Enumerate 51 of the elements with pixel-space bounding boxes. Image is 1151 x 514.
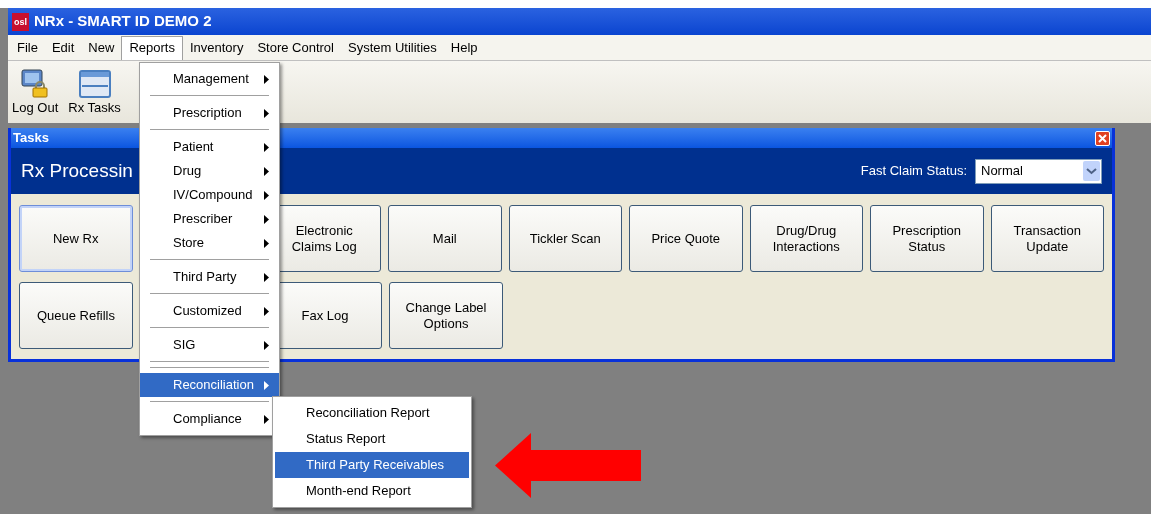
window-icon xyxy=(78,69,111,98)
menu-item[interactable]: File xyxy=(10,35,45,60)
submenu-arrow-icon xyxy=(264,414,269,424)
task-button[interactable]: Mail xyxy=(388,205,502,272)
submenu-arrow-icon xyxy=(264,108,269,118)
menu-item[interactable]: Edit xyxy=(44,35,82,60)
submenu-arrow-icon xyxy=(264,142,269,152)
app-logo: osl xyxy=(12,12,29,31)
window-title: NRx - SMART ID DEMO 2 xyxy=(34,11,212,32)
menu-item[interactable]: IV/Compound xyxy=(140,183,279,207)
menu-item[interactable]: Reports xyxy=(121,35,183,60)
fast-claim-label: Fast Claim Status: xyxy=(860,162,967,181)
menu-item[interactable]: Reconciliation xyxy=(140,373,279,397)
submenu-arrow-icon xyxy=(264,238,269,248)
menu-item[interactable]: Third Party Receivables xyxy=(275,452,469,478)
tasks-header-title: Rx Processin xyxy=(21,158,133,183)
toolbar-button[interactable]: Log Out xyxy=(10,67,61,117)
menu-item[interactable]: Status Report xyxy=(275,426,469,452)
menu-item[interactable]: Prescription xyxy=(140,101,279,125)
task-button[interactable]: Prescription Status xyxy=(870,205,984,272)
task-button[interactable]: Price Quote xyxy=(629,205,743,272)
task-button[interactable]: Change Label Options xyxy=(389,282,503,349)
menu-item[interactable]: Drug xyxy=(140,159,279,183)
toolbar-button[interactable]: Rx Tasks xyxy=(66,69,123,117)
menu-item[interactable]: System Utilities xyxy=(341,35,444,60)
tasks-window-title: Tasks xyxy=(13,129,49,148)
menu-item[interactable]: Store Control xyxy=(250,35,341,60)
task-button[interactable]: New Rx xyxy=(19,205,133,272)
submenu-arrow-icon xyxy=(264,74,269,84)
submenu-arrow-icon xyxy=(264,190,269,200)
task-button[interactable]: Transaction Update xyxy=(990,205,1104,272)
menu-item[interactable]: Patient xyxy=(140,135,279,159)
task-button[interactable]: Tickler Scan xyxy=(508,205,622,272)
menu-item[interactable]: New xyxy=(81,35,122,60)
chevron-down-icon xyxy=(1083,161,1100,181)
menu-item[interactable]: Month-end Report xyxy=(275,478,469,504)
submenu-arrow-icon xyxy=(264,214,269,224)
submenu-arrow-icon xyxy=(264,380,269,390)
submenu-arrow-icon xyxy=(264,306,269,316)
menu-item[interactable]: Help xyxy=(443,35,485,60)
task-button[interactable]: Drug/Drug Interactions xyxy=(749,205,863,272)
submenu-arrow-icon xyxy=(264,340,269,350)
submenu-arrow-icon xyxy=(264,272,269,282)
submenu-arrow-icon xyxy=(264,166,269,176)
menu-item[interactable]: Inventory xyxy=(182,35,251,60)
arrow-left-icon xyxy=(495,433,641,498)
task-button[interactable]: Queue Refills xyxy=(19,282,133,349)
menu-item[interactable]: Management xyxy=(140,67,279,91)
close-icon[interactable] xyxy=(1095,130,1110,146)
menu-item[interactable]: Reconciliation Report xyxy=(275,400,469,426)
fast-claim-dropdown[interactable]: Normal xyxy=(975,158,1102,184)
